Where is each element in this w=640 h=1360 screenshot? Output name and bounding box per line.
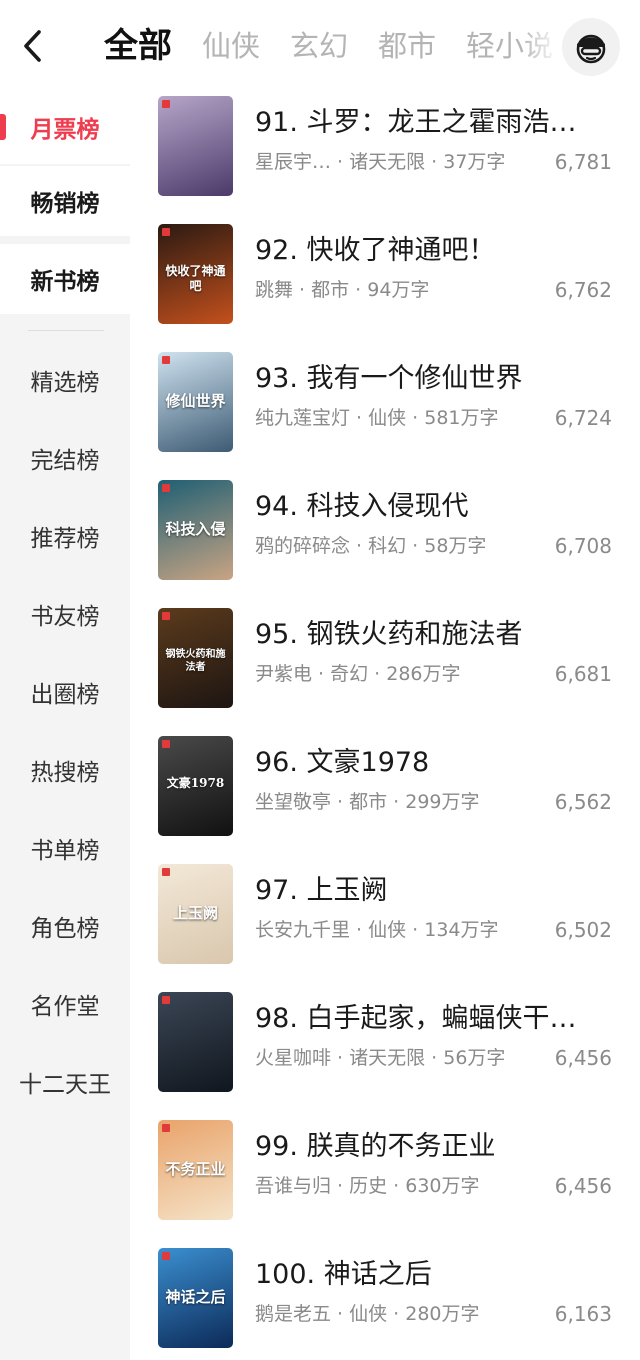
book-cover[interactable]: 文豪1978	[158, 736, 233, 836]
book-meta: 火星咖啡 · 诸天无限 · 56万字	[255, 1047, 506, 1069]
ranking-sidebar: 月票榜 畅销榜 新书榜 精选榜 完结榜 推荐榜 书友榜 出圈榜 热搜榜 书单榜 …	[0, 92, 130, 1360]
book-row[interactable]: 修仙世界 93. 我有一个修仙世界纯九莲宝灯 · 仙侠 · 581万字 6,724	[130, 348, 640, 476]
sidebar-divider	[28, 330, 104, 331]
cover-title: 科技入侵	[165, 520, 226, 538]
book-title[interactable]: 100. 神话之后	[255, 1258, 625, 1292]
book-cover[interactable]: 钢铁火药和施法者	[158, 608, 233, 708]
publisher-logo-icon	[162, 1124, 170, 1132]
top-tab-bar: 全部 仙侠 玄幻 都市 轻小说	[0, 0, 640, 92]
cover-title: 快收了神通吧	[165, 264, 226, 293]
cover-title: 神话之后	[165, 1288, 226, 1306]
sidebar-item-featured[interactable]: 精选榜	[0, 345, 130, 415]
book-cover[interactable]	[158, 96, 233, 196]
book-cover[interactable]: 不务正业	[158, 1120, 233, 1220]
book-meta: 坐望敬亭 · 都市 · 299万字	[255, 791, 480, 813]
monthly-ticket-count: 6,456	[554, 1174, 612, 1198]
tabs-fade	[520, 20, 560, 72]
book-title[interactable]: 91. 斗罗：龙王之霍雨浩…	[255, 106, 625, 140]
publisher-logo-icon	[162, 484, 170, 492]
sidebar-item-booklist[interactable]: 书单榜	[0, 813, 130, 883]
monthly-ticket-count: 6,456	[554, 1046, 612, 1070]
tab-xuanhuan[interactable]: 玄幻	[290, 20, 348, 72]
publisher-logo-icon	[162, 868, 170, 876]
tab-dushi[interactable]: 都市	[378, 20, 436, 72]
category-tabs: 全部 仙侠 玄幻 都市 轻小说	[104, 20, 560, 72]
monthly-ticket-count: 6,781	[554, 150, 612, 174]
book-row[interactable]: 钢铁火药和施法者 95. 钢铁火药和施法者尹紫电 · 奇幻 · 286万字 6,68…	[130, 604, 640, 732]
sidebar-item-hall-of-fame[interactable]: 名作堂	[0, 969, 130, 1039]
monthly-ticket-count: 6,762	[554, 278, 612, 302]
cover-title: 上玉阙	[172, 904, 218, 922]
profile-button[interactable]	[562, 18, 620, 76]
book-row[interactable]: 文豪1978 96. 文豪1978 坐望敬亭 · 都市 · 299万字 6,562	[130, 732, 640, 860]
book-row[interactable]: 91. 斗罗：龙王之霍雨浩… 星辰宇… · 诸天无限 · 37万字 6,781	[130, 92, 640, 220]
cover-title: 不务正业	[165, 1160, 226, 1178]
monthly-ticket-count: 6,562	[554, 790, 612, 814]
sidebar-item-hot-search[interactable]: 热搜榜	[0, 735, 130, 805]
book-cover[interactable]: 科技入侵	[158, 480, 233, 580]
cover-title: 文豪1978	[166, 776, 225, 790]
tab-all[interactable]: 全部	[104, 20, 172, 72]
book-meta: 纯九莲宝灯 · 仙侠 · 581万字	[255, 407, 499, 429]
book-cover[interactable]: 神话之后	[158, 1248, 233, 1348]
sidebar-item-monthly-ticket[interactable]: 月票榜	[0, 92, 130, 162]
chevron-left-icon	[24, 30, 41, 62]
book-meta: 星辰宇… · 诸天无限 · 37万字	[255, 151, 506, 173]
sidebar-item-breakout[interactable]: 出圈榜	[0, 657, 130, 727]
publisher-logo-icon	[162, 228, 170, 236]
book-row[interactable]: 科技入侵 94. 科技入侵现代鸦的碎碎念 · 科幻 · 58万字 6,708	[130, 476, 640, 604]
book-list: 91. 斗罗：龙王之霍雨浩… 星辰宇… · 诸天无限 · 37万字 6,781 快收了…	[130, 92, 640, 1360]
monthly-ticket-count: 6,681	[554, 662, 612, 686]
book-title[interactable]: 95. 钢铁火药和施法者	[255, 618, 625, 652]
publisher-logo-icon	[162, 996, 170, 1004]
sidebar-item-twelve-kings[interactable]: 十二天王	[0, 1047, 130, 1117]
publisher-logo-icon	[162, 612, 170, 620]
ranking-page: 全部 仙侠 玄幻 都市 轻小说 月票榜 畅销榜 新书榜 精选榜 完结榜 推荐榜 书友榜 …	[0, 0, 640, 1360]
monthly-ticket-count: 6,163	[554, 1302, 612, 1326]
sidebar-item-recommended[interactable]: 推荐榜	[0, 501, 130, 571]
publisher-logo-icon	[162, 356, 170, 364]
publisher-logo-icon	[162, 100, 170, 108]
book-title[interactable]: 99. 朕真的不务正业	[255, 1130, 625, 1164]
publisher-logo-icon	[162, 1252, 170, 1260]
sidebar-item-characters[interactable]: 角色榜	[0, 891, 130, 961]
book-title[interactable]: 98. 白手起家，蝙蝠侠干…	[255, 1002, 625, 1036]
back-button[interactable]	[14, 26, 50, 66]
book-title[interactable]: 93. 我有一个修仙世界	[255, 362, 625, 396]
avatar-icon	[576, 34, 606, 64]
book-cover[interactable]: 修仙世界	[158, 352, 233, 452]
book-meta: 长安九千里 · 仙侠 · 134万字	[255, 919, 499, 941]
book-meta: 鸦的碎碎念 · 科幻 · 58万字	[255, 535, 487, 557]
monthly-ticket-count: 6,502	[554, 918, 612, 942]
book-cover[interactable]	[158, 992, 233, 1092]
book-cover[interactable]: 快收了神通吧	[158, 224, 233, 324]
tab-xianxia[interactable]: 仙侠	[202, 20, 260, 72]
sidebar-item-completed[interactable]: 完结榜	[0, 423, 130, 493]
publisher-logo-icon	[162, 740, 170, 748]
sidebar-item-new-books[interactable]: 新书榜	[0, 244, 130, 314]
book-meta: 跳舞 · 都市 · 94万字	[255, 279, 430, 301]
cover-title: 修仙世界	[165, 392, 226, 410]
book-title[interactable]: 92. 快收了神通吧！	[255, 234, 625, 268]
sidebar-item-bestseller[interactable]: 畅销榜	[0, 166, 130, 236]
book-cover[interactable]: 上玉阙	[158, 864, 233, 964]
cover-title: 钢铁火药和施法者	[165, 649, 226, 673]
monthly-ticket-count: 6,708	[554, 534, 612, 558]
book-row[interactable]: 快收了神通吧 92. 快收了神通吧！ 跳舞 · 都市 · 94万字 6,762	[130, 220, 640, 348]
book-title[interactable]: 94. 科技入侵现代	[255, 490, 625, 524]
book-row[interactable]: 上玉阙 97. 上玉阙长安九千里 · 仙侠 · 134万字 6,502	[130, 860, 640, 988]
book-meta: 鹅是老五 · 仙侠 · 280万字	[255, 1303, 480, 1325]
monthly-ticket-count: 6,724	[554, 406, 612, 430]
book-meta: 吾谁与归 · 历史 · 630万字	[255, 1175, 480, 1197]
book-title[interactable]: 96. 文豪1978	[255, 746, 625, 780]
book-title[interactable]: 97. 上玉阙	[255, 874, 625, 908]
book-row[interactable]: 98. 白手起家，蝙蝠侠干… 火星咖啡 · 诸天无限 · 56万字 6,456	[130, 988, 640, 1116]
book-row[interactable]: 不务正业 99. 朕真的不务正业吾谁与归 · 历史 · 630万字 6,456	[130, 1116, 640, 1244]
book-meta: 尹紫电 · 奇幻 · 286万字	[255, 663, 461, 685]
sidebar-item-reader-friends[interactable]: 书友榜	[0, 579, 130, 649]
book-row[interactable]: 神话之后 100. 神话之后鹅是老五 · 仙侠 · 280万字 6,163	[130, 1244, 640, 1360]
